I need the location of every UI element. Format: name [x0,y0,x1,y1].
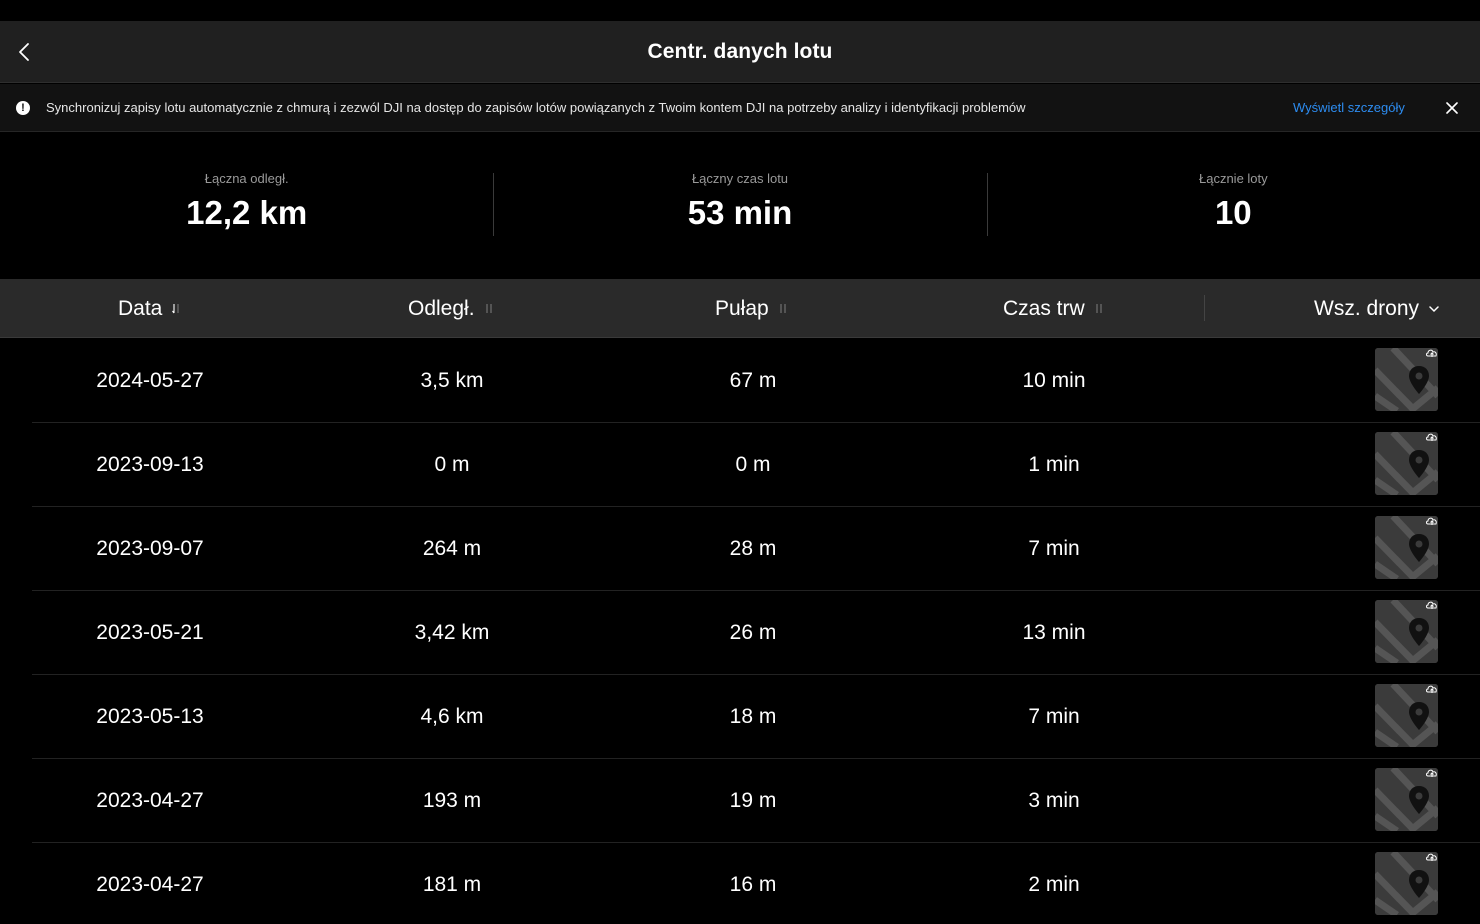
flight-row[interactable]: 2023-09-13 0 m 0 m 1 min [0,423,1480,507]
total-flight-time-value: 53 min [687,194,793,231]
flight-date: 2023-09-07 [96,537,204,560]
total-flight-time: Łączny czas lotu 53 min [493,133,986,278]
sort-down-icon [172,303,180,315]
flight-date: 2023-04-27 [96,789,204,812]
totals-summary: Łączna odległ. 12,2 km Łączny czas lotu … [0,133,1480,278]
total-flights: Łącznie loty 10 [986,133,1480,278]
flight-duration: 7 min [1028,537,1080,560]
back-button[interactable] [8,33,40,71]
flight-altitude: 18 m [729,705,777,728]
flight-altitude: 26 m [729,621,777,644]
sort-icon [779,303,787,315]
flight-row[interactable]: 2023-09-07 264 m 28 m 7 min [0,507,1480,591]
header-divider [1204,295,1205,321]
column-altitude-label: Pułap [715,296,769,320]
cloud-upload-icon [1426,853,1437,861]
view-details-link[interactable]: Wyświetl szczegóły [1293,100,1405,115]
column-distance-label: Odległ. [408,296,475,320]
flight-altitude: 0 m [735,453,771,476]
flight-duration: 2 min [1028,873,1080,896]
flight-distance: 181 m [422,873,482,896]
drone-filter-dropdown[interactable]: Wsz. drony [1314,279,1439,338]
flight-duration: 10 min [1022,369,1086,392]
drone-filter-label: Wsz. drony [1314,296,1420,320]
flight-distance: 3,5 km [420,369,484,392]
total-flights-value: 10 [1214,194,1252,231]
column-distance-header[interactable]: Odległ. [408,279,493,338]
column-altitude-header[interactable]: Pułap [715,279,787,338]
top-bar: Centr. danych lotu [0,21,1480,83]
flight-duration: 1 min [1028,453,1080,476]
total-distance-label: Łączna odległ. [204,171,289,186]
close-icon [1446,102,1458,114]
banner-message: Synchronizuj zapisy lotu automatycznie z… [46,100,1026,115]
column-duration-header[interactable]: Czas trw [1003,279,1103,338]
cloud-upload-icon [1426,433,1437,441]
chevron-left-icon [19,43,29,61]
column-date-header[interactable]: Data [118,279,180,338]
flight-distance: 3,42 km [414,621,490,644]
flight-date: 2023-09-13 [96,453,204,476]
flight-distance: 193 m [422,789,482,812]
flight-row[interactable]: 2023-05-21 3,42 km 26 m 13 min [0,591,1480,675]
flight-date: 2023-04-27 [96,873,204,896]
sort-icon [485,303,493,315]
flight-row[interactable]: 2024-05-27 3,5 km 67 m 10 min [0,339,1480,423]
flight-duration: 7 min [1028,705,1080,728]
cloud-upload-icon [1426,601,1437,609]
cloud-upload-icon [1426,517,1437,525]
chevron-down-icon [1429,305,1439,313]
column-date-label: Data [118,296,163,320]
flight-distance: 0 m [434,453,470,476]
table-header: Data Odległ. Pułap Czas trw Wsz. drony [0,279,1480,338]
total-distance-value: 12,2 km [186,194,308,231]
flight-duration: 3 min [1028,789,1080,812]
flight-altitude: 28 m [729,537,777,560]
flight-records-list: 2024-05-27 3,5 km 67 m 10 min 2023-09-13… [0,339,1480,924]
cloud-upload-icon [1426,349,1437,357]
flight-duration: 13 min [1022,621,1086,644]
total-distance: Łączna odległ. 12,2 km [0,133,493,278]
flight-date: 2023-05-13 [96,705,204,728]
cloud-upload-icon [1426,769,1437,777]
total-flight-time-label: Łączny czas lotu [691,171,789,186]
flight-distance: 4,6 km [420,705,484,728]
sort-icon [1095,303,1103,315]
flight-row[interactable]: 2023-05-13 4,6 km 18 m 7 min [0,675,1480,759]
flight-altitude: 67 m [729,369,777,392]
banner-close-button[interactable] [1441,98,1463,118]
total-flights-label: Łącznie loty [1198,171,1268,186]
flight-row[interactable]: 2023-04-27 193 m 19 m 3 min [0,759,1480,843]
sync-banner: ! Synchronizuj zapisy lotu automatycznie… [0,84,1480,132]
flight-distance: 264 m [422,537,482,560]
flight-row[interactable]: 2023-04-27 181 m 16 m 2 min [0,843,1480,924]
flight-date: 2024-05-27 [96,369,204,392]
column-duration-label: Czas trw [1003,296,1085,320]
page-title: Centr. danych lotu [647,39,833,63]
flight-altitude: 16 m [729,873,777,896]
exclamation-icon: ! [16,101,30,115]
cloud-upload-icon [1426,685,1437,693]
flight-date: 2023-05-21 [96,621,204,644]
flight-altitude: 19 m [729,789,777,812]
